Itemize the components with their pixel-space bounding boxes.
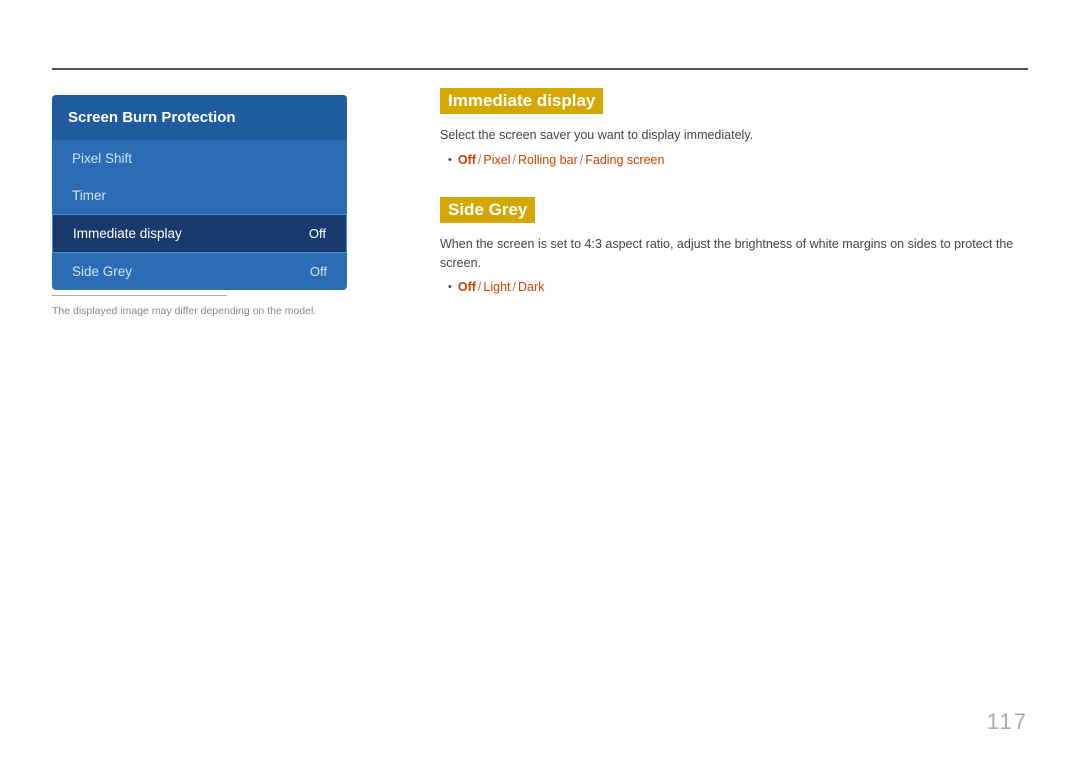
menu-item-side-grey[interactable]: Side Grey Off	[52, 253, 347, 290]
menu-item-immediate-display[interactable]: Immediate display Off	[52, 214, 347, 253]
left-panel: Screen Burn Protection Pixel Shift Timer…	[52, 95, 347, 290]
footnote: The displayed image may differ depending…	[52, 305, 316, 317]
option-off: Off	[458, 153, 476, 167]
menu-item-label: Timer	[72, 188, 106, 203]
bullet-icon: •	[448, 281, 452, 293]
menu-box: Screen Burn Protection Pixel Shift Timer…	[52, 95, 347, 290]
menu-item-label: Pixel Shift	[72, 151, 132, 166]
section-heading-side-grey: Side Grey	[440, 197, 535, 223]
menu-item-label: Side Grey	[72, 264, 132, 279]
separator: /	[513, 153, 516, 167]
section-desc-immediate: Select the screen saver you want to disp…	[440, 126, 1028, 145]
option-rolling-bar: Rolling bar	[518, 153, 578, 167]
section-heading-immediate: Immediate display	[440, 88, 603, 114]
option-off-grey: Off	[458, 280, 476, 294]
section-desc-side-grey: When the screen is set to 4:3 aspect rat…	[440, 235, 1028, 273]
page-number: 117	[987, 709, 1028, 735]
separator: /	[478, 280, 481, 294]
separator: /	[513, 280, 516, 294]
menu-item-timer[interactable]: Timer	[52, 177, 347, 214]
menu-item-pixel-shift[interactable]: Pixel Shift	[52, 140, 347, 177]
menu-item-label: Immediate display	[73, 226, 182, 241]
menu-item-value: Off	[309, 226, 326, 241]
section-side-grey: Side Grey When the screen is set to 4:3 …	[440, 197, 1028, 295]
section-immediate-display: Immediate display Select the screen save…	[440, 88, 1028, 167]
option-dark: Dark	[518, 280, 544, 294]
menu-title: Screen Burn Protection	[52, 95, 347, 140]
option-pixel: Pixel	[483, 153, 510, 167]
section-options-side-grey: • Off / Light / Dark	[448, 280, 1028, 294]
section-options-immediate: • Off / Pixel / Rolling bar / Fading scr…	[448, 153, 1028, 167]
top-divider	[52, 68, 1028, 70]
menu-item-value: Off	[310, 264, 327, 279]
option-light: Light	[483, 280, 510, 294]
separator: /	[580, 153, 583, 167]
right-panel: Immediate display Select the screen save…	[440, 88, 1028, 324]
footnote-divider	[52, 295, 227, 296]
option-fading-screen: Fading screen	[585, 153, 664, 167]
bullet-icon: •	[448, 154, 452, 166]
separator: /	[478, 153, 481, 167]
